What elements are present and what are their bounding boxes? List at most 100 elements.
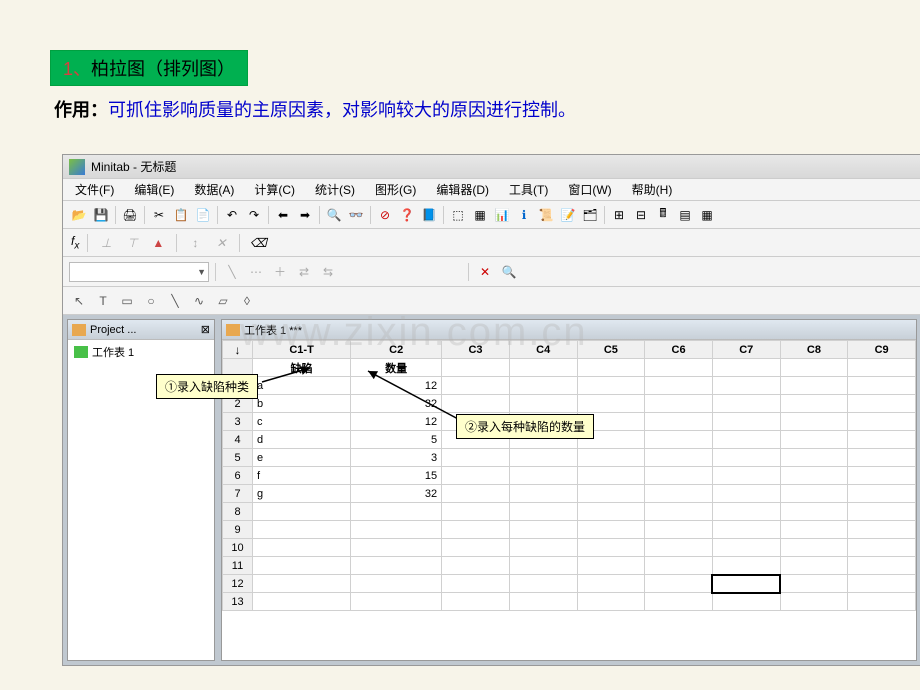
menu-edit[interactable]: 编辑(E) bbox=[126, 179, 182, 200]
cell[interactable] bbox=[253, 575, 351, 593]
data-grid[interactable]: ↓ C1-T C2 C3 C4 C5 C6 C7 C8 C9 缺陷 数量 bbox=[222, 340, 916, 611]
row-6[interactable]: 6 bbox=[223, 467, 253, 485]
cell[interactable] bbox=[645, 467, 713, 485]
cell[interactable] bbox=[509, 557, 577, 575]
session-icon[interactable]: ⬚ bbox=[448, 205, 468, 225]
cell-header-defect[interactable]: 缺陷 bbox=[253, 359, 351, 377]
cell[interactable] bbox=[351, 503, 442, 521]
col-c4[interactable]: C4 bbox=[509, 341, 577, 359]
paste-icon[interactable]: 📄 bbox=[193, 205, 213, 225]
cell[interactable] bbox=[848, 485, 916, 503]
cell[interactable] bbox=[848, 413, 916, 431]
cell[interactable]: 5 bbox=[351, 431, 442, 449]
arrows-icon[interactable]: ⇄ bbox=[294, 262, 314, 282]
cell[interactable] bbox=[645, 359, 713, 377]
cell[interactable] bbox=[848, 395, 916, 413]
cell[interactable]: f bbox=[253, 467, 351, 485]
cut-icon[interactable]: ✂ bbox=[149, 205, 169, 225]
cell[interactable] bbox=[577, 575, 645, 593]
row-12[interactable]: 12 bbox=[223, 575, 253, 593]
cell-selected[interactable] bbox=[712, 575, 780, 593]
nav-back-icon[interactable]: ⬅ bbox=[273, 205, 293, 225]
cell[interactable] bbox=[780, 395, 848, 413]
cell[interactable] bbox=[577, 593, 645, 611]
row-5[interactable]: 5 bbox=[223, 449, 253, 467]
circle-tool-icon[interactable]: ○ bbox=[141, 291, 161, 311]
cell[interactable] bbox=[712, 377, 780, 395]
line-icon[interactable]: ╲ bbox=[222, 262, 242, 282]
cell[interactable] bbox=[442, 485, 510, 503]
cell[interactable]: c bbox=[253, 413, 351, 431]
text-tool-icon[interactable]: T bbox=[93, 291, 113, 311]
cell[interactable] bbox=[780, 539, 848, 557]
show-graphs-icon[interactable]: ⊟ bbox=[631, 205, 651, 225]
cell[interactable] bbox=[780, 359, 848, 377]
info-icon[interactable]: 📘 bbox=[419, 205, 439, 225]
col-c3[interactable]: C3 bbox=[442, 341, 510, 359]
cell[interactable] bbox=[712, 557, 780, 575]
nav-fwd-icon[interactable]: ➡ bbox=[295, 205, 315, 225]
menu-stat[interactable]: 统计(S) bbox=[307, 179, 363, 200]
cell[interactable] bbox=[351, 539, 442, 557]
cell[interactable] bbox=[442, 539, 510, 557]
cell[interactable] bbox=[712, 593, 780, 611]
cell[interactable] bbox=[253, 539, 351, 557]
cell[interactable] bbox=[780, 377, 848, 395]
cell[interactable] bbox=[351, 557, 442, 575]
undo-icon[interactable]: ↶ bbox=[222, 205, 242, 225]
cell[interactable] bbox=[645, 521, 713, 539]
cell[interactable] bbox=[712, 467, 780, 485]
cell[interactable]: 12 bbox=[351, 377, 442, 395]
cell[interactable] bbox=[442, 593, 510, 611]
marker-icon[interactable]: ◊ bbox=[237, 291, 257, 311]
col-c1[interactable]: C1-T bbox=[253, 341, 351, 359]
cell[interactable] bbox=[645, 593, 713, 611]
cell[interactable]: 32 bbox=[351, 485, 442, 503]
cell[interactable]: 12 bbox=[351, 413, 442, 431]
reportpad-icon[interactable]: 📝 bbox=[558, 205, 578, 225]
cell[interactable]: d bbox=[253, 431, 351, 449]
cell[interactable] bbox=[645, 395, 713, 413]
cell[interactable] bbox=[509, 575, 577, 593]
cell[interactable] bbox=[253, 557, 351, 575]
cell[interactable] bbox=[509, 503, 577, 521]
cell[interactable] bbox=[253, 521, 351, 539]
cell[interactable] bbox=[645, 377, 713, 395]
cell[interactable] bbox=[509, 539, 577, 557]
col-c5[interactable]: C5 bbox=[577, 341, 645, 359]
cell[interactable] bbox=[848, 575, 916, 593]
close-panel-icon[interactable]: ⊠ bbox=[201, 323, 210, 336]
row-4[interactable]: 4 bbox=[223, 431, 253, 449]
polygon-icon[interactable]: ▱ bbox=[213, 291, 233, 311]
cell[interactable] bbox=[442, 467, 510, 485]
plus-icon[interactable]: ＋ bbox=[270, 262, 290, 282]
cell[interactable] bbox=[577, 395, 645, 413]
cell[interactable] bbox=[351, 575, 442, 593]
cell[interactable] bbox=[509, 467, 577, 485]
cell[interactable] bbox=[442, 377, 510, 395]
info2-icon[interactable]: ℹ bbox=[514, 205, 534, 225]
zoom-icon[interactable]: 🔍 bbox=[499, 262, 519, 282]
cell[interactable] bbox=[645, 575, 713, 593]
cell[interactable] bbox=[848, 521, 916, 539]
cell[interactable] bbox=[780, 467, 848, 485]
delete-icon[interactable]: ✕ bbox=[475, 262, 495, 282]
cell[interactable] bbox=[848, 377, 916, 395]
fx-btn3[interactable]: ▲ bbox=[148, 233, 168, 253]
cell[interactable] bbox=[351, 521, 442, 539]
cell-header-qty[interactable]: 数量 bbox=[351, 359, 442, 377]
print-icon[interactable]: 🖨 bbox=[120, 205, 140, 225]
redo-icon[interactable]: ↷ bbox=[244, 205, 264, 225]
row-10[interactable]: 10 bbox=[223, 539, 253, 557]
cell[interactable]: 15 bbox=[351, 467, 442, 485]
cell[interactable] bbox=[442, 557, 510, 575]
col-c9[interactable]: C9 bbox=[848, 341, 916, 359]
col-c7[interactable]: C7 bbox=[712, 341, 780, 359]
cell[interactable] bbox=[509, 395, 577, 413]
cell[interactable] bbox=[577, 467, 645, 485]
row-7[interactable]: 7 bbox=[223, 485, 253, 503]
cell[interactable]: g bbox=[253, 485, 351, 503]
cell[interactable]: b bbox=[253, 395, 351, 413]
cell[interactable] bbox=[645, 413, 713, 431]
cell[interactable] bbox=[509, 593, 577, 611]
